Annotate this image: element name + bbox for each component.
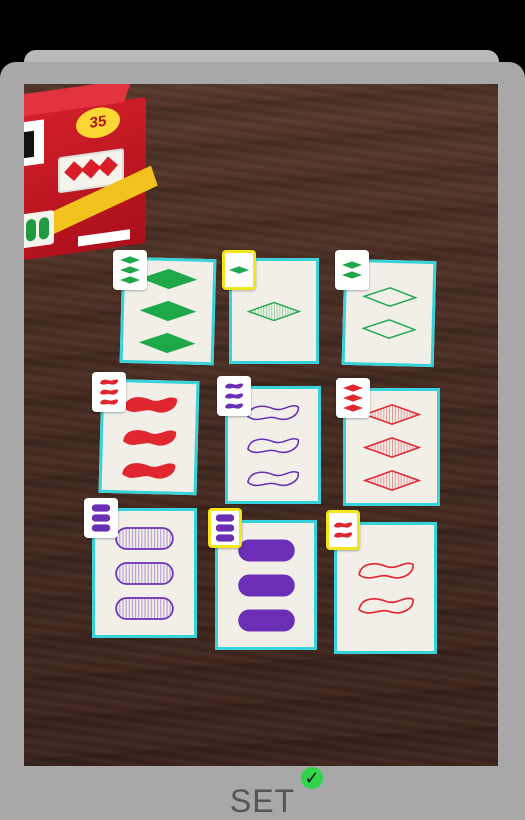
diamond-icon [343,394,363,402]
squiggle-shape [247,404,300,420]
diamond-shape [362,436,421,458]
oval-icon [215,534,235,542]
squiggle-shape [357,562,414,579]
oval-icon [91,504,111,512]
diamond-icon [120,276,140,284]
box-logo [24,119,44,167]
squiggle-shape [247,470,300,486]
squiggle-icon [334,532,352,538]
oval-icon [215,514,235,522]
diamond-icon [229,266,249,274]
card-badge[interactable] [113,250,147,290]
oval-shape [115,561,174,585]
diamond-shape [139,300,197,322]
squiggle-icon [100,389,118,395]
squiggle-shape [123,396,177,412]
oval-icon [91,514,111,522]
box-badge: 35 [76,104,120,141]
diamond-shape [362,403,421,425]
oval-shape [237,539,295,561]
squiggle-shape [247,437,300,453]
squiggle-shape [357,597,414,614]
oval-icon [91,524,111,532]
squiggle-shape [121,462,175,478]
squiggle-icon [100,379,118,385]
diamond-shape [138,332,196,354]
squiggle-shape [122,429,176,445]
diamond-icon [120,256,140,264]
card-badge[interactable] [335,250,369,290]
squiggle-icon [334,522,352,528]
card-badge[interactable] [84,498,118,538]
oval-shape [115,596,174,620]
checkmark-icon: ✓ [301,767,323,789]
card-badge[interactable] [336,378,370,418]
card-badge[interactable] [217,376,251,416]
squiggle-icon [100,399,118,405]
diamond-shape [362,469,421,491]
diamond-icon [343,384,363,392]
diamond-icon [342,271,362,279]
diamond-shape [361,287,418,307]
squiggle-icon [225,403,243,409]
card-badge[interactable] [92,372,126,412]
set-game-box: 35 [24,84,158,261]
oval-shape [237,609,295,631]
oval-shape [115,526,174,550]
oval-shape [237,574,295,596]
squiggle-icon [225,383,243,389]
diamond-shape [360,319,417,339]
set-label: SET [229,783,296,819]
selected-card-badge[interactable] [326,510,360,550]
selected-card-badge[interactable] [222,250,256,290]
diamond-icon [342,261,362,269]
diamond-shape [247,301,301,321]
squiggle-icon [225,393,243,399]
selected-card-badge[interactable] [208,508,242,548]
oval-icon [215,524,235,532]
diamond-icon [343,404,363,412]
diamond-shape [140,268,198,290]
diamond-icon [120,266,140,274]
